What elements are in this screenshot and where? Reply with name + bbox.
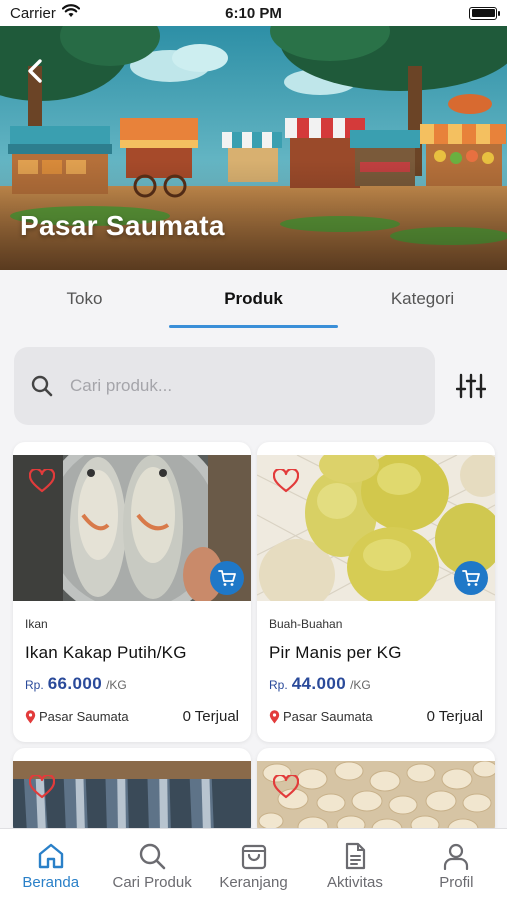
user-icon (444, 843, 469, 870)
product-name: Ikan Kakap Putih/KG (25, 643, 187, 662)
cart-icon (218, 570, 236, 586)
nav-beranda-label: Beranda (22, 874, 80, 891)
product-name: Pir Manis per KG (269, 643, 402, 662)
favorite-heart-icon[interactable] (273, 775, 299, 801)
nav-cari-produk[interactable]: Cari Produk (101, 829, 202, 900)
product-category: Ikan (25, 617, 48, 631)
product-card-partial[interactable] (257, 748, 495, 838)
location-pin-icon (269, 709, 280, 723)
shopping-bag-icon (241, 844, 266, 870)
nav-beranda[interactable]: Beranda (0, 829, 101, 900)
search-row (14, 347, 493, 425)
chevron-left-icon (28, 59, 42, 83)
nav-keranjang[interactable]: Keranjang (203, 829, 304, 900)
tab-kategori[interactable]: Kategori (338, 270, 507, 328)
product-card-pir-manis[interactable]: Buah-Buahan Pir Manis per KG Rp. 44.000 … (257, 442, 495, 742)
nav-keranjang-label: Keranjang (219, 874, 288, 891)
sold-count: 0 Terjual (426, 708, 483, 725)
product-image-nuts (257, 761, 495, 838)
nav-cari-produk-label: Cari Produk (112, 874, 192, 891)
location-pin-icon (25, 709, 36, 723)
price-value: 44.000 (291, 674, 347, 693)
tab-produk[interactable]: Produk (169, 270, 338, 328)
product-card-partial[interactable] (13, 748, 251, 838)
sliders-icon (456, 373, 486, 399)
nav-aktivitas[interactable]: Aktivitas (304, 829, 405, 900)
sold-count: 0 Terjual (182, 708, 239, 725)
back-button[interactable] (18, 54, 52, 88)
price-unit: /KG (106, 678, 127, 692)
product-category: Buah-Buahan (269, 617, 343, 631)
price-unit: /KG (350, 678, 371, 692)
carrier-label: Carrier (10, 4, 56, 22)
search-box (14, 347, 435, 425)
search-input[interactable] (70, 376, 419, 396)
product-image-pears (257, 455, 495, 601)
nav-aktivitas-label: Aktivitas (326, 874, 383, 891)
product-info: Ikan Ikan Kakap Putih/KG Rp. 66.000 /KG … (13, 601, 251, 725)
nav-profil-label: Profil (439, 874, 474, 891)
product-location: Pasar Saumata (25, 709, 129, 724)
app-screen: Carrier 6:10 PM Pasar Saumata Toko Produ… (0, 0, 507, 900)
product-price: Rp. 66.000 /KG (25, 674, 239, 694)
add-to-cart-button[interactable] (210, 561, 244, 595)
product-card-ikan-kakap[interactable]: Ikan Ikan Kakap Putih/KG Rp. 66.000 /KG … (13, 442, 251, 742)
location-label: Pasar Saumata (283, 709, 373, 724)
product-info: Buah-Buahan Pir Manis per KG Rp. 44.000 … (257, 601, 495, 725)
product-image-tuna (13, 761, 251, 838)
price-value: 66.000 (47, 674, 103, 693)
market-title: Pasar Saumata (20, 210, 225, 241)
favorite-heart-icon[interactable] (273, 469, 299, 495)
product-grid: Ikan Ikan Kakap Putih/KG Rp. 66.000 /KG … (13, 442, 495, 838)
cart-icon (462, 570, 480, 586)
bottom-navigation: Beranda Cari Produk Keranjang Aktivitas … (0, 828, 507, 900)
product-meta: Pasar Saumata 0 Terjual (25, 708, 239, 725)
status-bar: Carrier 6:10 PM (0, 0, 507, 26)
price-currency: Rp. (25, 678, 44, 692)
search-icon (31, 375, 53, 397)
location-label: Pasar Saumata (39, 709, 129, 724)
price-currency: Rp. (269, 678, 288, 692)
filter-button[interactable] (449, 364, 493, 408)
add-to-cart-button[interactable] (454, 561, 488, 595)
wifi-icon (61, 4, 80, 22)
market-hero-banner: Pasar Saumata (0, 26, 507, 270)
document-icon (345, 842, 366, 870)
battery-icon (469, 6, 500, 20)
product-image-fish (13, 455, 251, 601)
product-price: Rp. 44.000 /KG (269, 674, 483, 694)
tab-toko[interactable]: Toko (0, 270, 169, 328)
search-icon (139, 843, 166, 870)
tab-bar: Toko Produk Kategori (0, 270, 507, 328)
home-icon (38, 843, 63, 869)
favorite-heart-icon[interactable] (29, 775, 55, 801)
product-location: Pasar Saumata (269, 709, 373, 724)
favorite-heart-icon[interactable] (29, 469, 55, 495)
nav-profil[interactable]: Profil (406, 829, 507, 900)
product-meta: Pasar Saumata 0 Terjual (269, 708, 483, 725)
